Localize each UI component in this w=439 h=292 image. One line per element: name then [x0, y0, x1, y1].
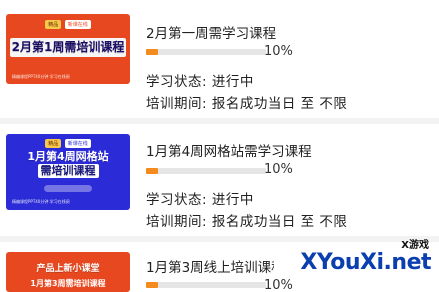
thumbnail-title: 产品上新小课堂 — [36, 264, 100, 274]
course-card[interactable]: 精品 新课在线 2月第1周需培训课程 精编课程PPT40分钟 学习在线阅 2月第… — [0, 0, 439, 118]
thumbnail-pill — [44, 185, 92, 192]
learning-status: 学习状态: 进行中 — [146, 192, 254, 208]
watermark-tag: X游戏 — [401, 240, 429, 251]
thumbnail-title: 2月第1周需培训课程 — [10, 38, 126, 57]
progress-fill — [146, 49, 158, 55]
thumbnail-title-line: 1月第4周网格站 — [27, 150, 109, 163]
training-period: 培训期间: 报名成功当日 至 不限 — [146, 96, 348, 112]
progress-bar — [146, 168, 266, 174]
site-watermark: X游戏 XYouXi.net — [295, 234, 435, 290]
thumbnail-badges: 精品 新课在线 — [6, 20, 130, 29]
thumbnail-footer: 精编课程PPT40分钟 学习在线阅 — [12, 74, 70, 79]
thumbnail-badge: 精品 — [45, 20, 62, 29]
progress-percent: 10% — [264, 278, 293, 292]
course-thumbnail[interactable]: 精品 新课在线 1月第4周网格站 需培训课程 精编课程PPT40分钟 学习在线阅 — [6, 134, 130, 210]
course-thumbnail[interactable]: 产品上新小课堂 1月第3周需培训课程 — [6, 252, 130, 292]
progress-bar — [146, 49, 266, 55]
course-thumbnail[interactable]: 精品 新课在线 2月第1周需培训课程 精编课程PPT40分钟 学习在线阅 — [6, 14, 130, 84]
progress-fill — [146, 168, 158, 174]
thumbnail-title-line: 需培训课程 — [37, 163, 99, 178]
course-title[interactable]: 1月第4周网格站需学习课程 — [146, 140, 312, 160]
progress-percent: 10% — [264, 162, 293, 177]
thumbnail-title: 1月第4周网格站 需培训课程 — [10, 150, 126, 178]
progress-bar — [146, 282, 266, 288]
thumbnail-badge: 精品 — [45, 139, 62, 148]
thumbnail-badges: 精品 新课在线 — [6, 139, 130, 148]
thumbnail-badge: 新课在线 — [64, 139, 91, 148]
learning-status: 学习状态: 进行中 — [146, 74, 254, 90]
course-title[interactable]: 2月第一周需学习课程 — [146, 22, 276, 42]
thumbnail-footer: 精编课程PPT40分钟 学习在线阅 — [12, 199, 70, 204]
training-period: 培训期间: 报名成功当日 至 不限 — [146, 214, 348, 230]
course-title[interactable]: 1月第3周线上培训课程 — [146, 256, 274, 276]
course-list: 精品 新课在线 2月第1周需培训课程 精编课程PPT40分钟 学习在线阅 2月第… — [0, 0, 439, 292]
progress-percent: 10% — [264, 44, 293, 59]
thumbnail-subtitle: 1月第3周需培训课程 — [30, 279, 106, 288]
course-card[interactable]: 精品 新课在线 1月第4周网格站 需培训课程 精编课程PPT40分钟 学习在线阅… — [0, 124, 439, 236]
progress-fill — [146, 282, 158, 288]
watermark-logo: XYouXi.net — [300, 250, 431, 275]
thumbnail-badge: 新课在线 — [64, 20, 91, 29]
